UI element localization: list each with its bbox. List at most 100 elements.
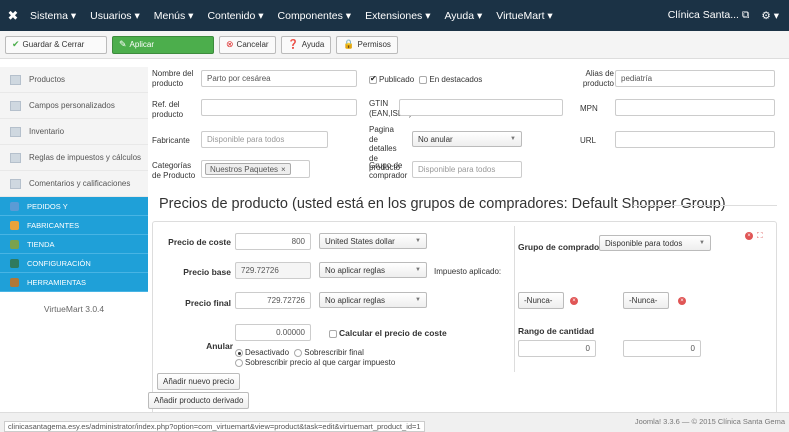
menu-virtuemart[interactable]: VirtueMart ▾	[496, 10, 552, 22]
grupo-comprador-select[interactable]: Disponible para todos ▼	[599, 235, 711, 251]
base-value: 729.72726	[235, 262, 311, 279]
products-icon	[10, 74, 21, 85]
sidebar-group-herramientas[interactable]: HERRAMIENTAS	[0, 273, 148, 292]
ref-label: Ref. del producto	[152, 100, 184, 119]
nombre-input[interactable]: Parto por cesárea	[201, 70, 357, 87]
external-link-icon: ⧉	[741, 9, 750, 21]
alias-input[interactable]: pediatría	[615, 70, 775, 87]
rango-min-input[interactable]: 0	[518, 340, 596, 357]
sidebar-item-inventario[interactable]: Inventario	[0, 119, 148, 145]
categorias-field[interactable]: Nuestros Paquetes ×	[201, 160, 310, 178]
base-rule-select[interactable]: No aplicar reglas ▼	[319, 262, 427, 278]
comments-icon	[10, 178, 21, 189]
fabricante-label: Fabricante	[152, 136, 190, 145]
url-label: URL	[580, 136, 597, 145]
publicado-checkbox[interactable]	[369, 74, 377, 84]
add-derived-product-button[interactable]: Añadir producto derivado	[148, 392, 250, 409]
sidebar-item-impuestos[interactable]: Reglas de impuestos y cálculos	[0, 145, 148, 171]
cancel-button[interactable]: ⊗ Cancelar	[219, 35, 276, 54]
clear-start-date-icon[interactable]: ×	[570, 297, 578, 305]
gear-icon[interactable]: ⚙ ▾	[761, 10, 779, 22]
publicado-checkbox-row: Publicado En destacados	[369, 74, 482, 85]
pricing-section-title: Precios de producto (usted está en los g…	[159, 196, 726, 212]
impuesto-label: Impuesto aplicado:	[434, 267, 502, 276]
toolbar: ✔ Guardar & Cerrar ✎ Aplicar ⊗ Cancelar ❓ Ay…	[0, 31, 789, 59]
inventory-icon	[10, 126, 21, 137]
chevron-down-icon: ▼	[415, 267, 421, 273]
chevron-down-icon: ▼	[415, 297, 421, 303]
coste-input[interactable]: 800	[235, 233, 311, 250]
nunca-start-button[interactable]: -Nunca-	[518, 292, 564, 309]
product-edit-form: Nombre del producto Parto por cesárea Pu…	[148, 59, 789, 432]
add-price-button[interactable]: Añadir nuevo precio	[157, 373, 241, 390]
calc-coste-row: Calcular el precio de coste	[329, 328, 447, 339]
mpn-input[interactable]	[615, 99, 775, 116]
sidebar-item-comentarios[interactable]: Comentarios y calificaciones	[0, 171, 148, 197]
pagina-select[interactable]: No anular ▼	[412, 131, 522, 147]
final-label: Precio final	[185, 298, 231, 308]
custom-fields-icon	[10, 100, 21, 111]
fabricante-select[interactable]: Disponible para todos	[201, 131, 328, 148]
final-input[interactable]: 729.72726	[235, 292, 311, 309]
orders-icon	[10, 201, 19, 211]
permissions-button[interactable]: 🔒 Permisos	[336, 35, 398, 54]
alias-label: Alias de producto	[582, 69, 614, 88]
clear-end-date-icon[interactable]: ×	[678, 297, 686, 305]
gtin-input[interactable]	[399, 99, 563, 116]
question-icon: ❓	[287, 39, 299, 49]
remove-tag-icon[interactable]: ×	[281, 165, 286, 174]
nunca-end-button[interactable]: -Nunca-	[623, 292, 669, 309]
calc-coste-checkbox[interactable]	[329, 329, 337, 338]
footer-copyright: Joomla! 3.3.6 — © 2015 Clínica Santa Gem…	[634, 417, 785, 426]
tools-icon	[10, 277, 19, 287]
menu-sistema[interactable]: Sistema ▾	[30, 10, 76, 22]
sobrescribir-final-radio[interactable]	[294, 348, 303, 357]
cancel-icon: ⊗	[226, 39, 234, 49]
sidebar-item-productos[interactable]: Productos	[0, 67, 148, 93]
menu-usuarios[interactable]: Usuarios ▾	[90, 10, 140, 22]
joomla-logo-icon[interactable]: ✖	[0, 8, 26, 24]
sidebar-group-pedidos[interactable]: PEDIDOS Y	[0, 197, 148, 216]
mpn-label: MPN	[580, 104, 598, 113]
ref-input[interactable]	[201, 99, 357, 116]
status-bar: clinicasantagema.esy.es/administrator/in…	[0, 412, 789, 432]
tax-rules-icon	[10, 152, 21, 163]
override-radio-row: Desactivado Sobrescribir final	[235, 348, 364, 358]
currency-select[interactable]: United States dollar ▼	[319, 233, 427, 249]
grupo-select[interactable]: Disponible para todos	[412, 161, 522, 178]
chevron-down-icon: ▼	[699, 240, 705, 246]
help-button[interactable]: ❓ Ayuda	[280, 35, 332, 54]
sidebar-group-tienda[interactable]: TIENDA	[0, 235, 148, 254]
anular-label: Anular	[206, 341, 233, 351]
url-input[interactable]	[615, 131, 775, 148]
destacados-checkbox[interactable]	[419, 75, 428, 84]
menu-componentes[interactable]: Componentes ▾	[278, 10, 352, 22]
chevron-down-icon: ▼	[415, 238, 421, 244]
grupo-label: Grupo de comprador	[369, 161, 408, 180]
sidebar-group-fabricantes[interactable]: FABRICANTES	[0, 216, 148, 235]
store-icon	[10, 239, 19, 249]
remove-price-icon[interactable]: ×	[745, 232, 753, 240]
section-divider	[633, 205, 777, 206]
check-icon: ✔	[12, 39, 20, 49]
category-tag: Nuestros Paquetes ×	[205, 163, 291, 175]
menu-extensiones[interactable]: Extensiones ▾	[365, 10, 430, 22]
chevron-down-icon: ▼	[510, 136, 516, 142]
sidebar-item-campos[interactable]: Campos personalizados	[0, 93, 148, 119]
desactivado-radio[interactable]	[235, 348, 243, 357]
configuration-icon	[10, 258, 19, 268]
sobrescribir-impuesto-radio[interactable]	[235, 358, 243, 367]
anular-input[interactable]: 0.00000	[235, 324, 311, 341]
save-close-button[interactable]: ✔ Guardar & Cerrar	[5, 35, 107, 54]
menu-menus[interactable]: Menús ▾	[154, 10, 194, 22]
sidebar-group-configuracion[interactable]: CONFIGURACIÓN	[0, 254, 148, 273]
base-label: Precio base	[183, 267, 231, 277]
site-name-link[interactable]: Clínica Santa... ⧉	[668, 9, 750, 22]
top-navigation-bar: ✖ Sistema ▾ Usuarios ▾ Menús ▾ Contenido…	[0, 0, 789, 31]
final-rule-select[interactable]: No aplicar reglas ▼	[319, 292, 427, 308]
expand-price-icon[interactable]: ⛶	[757, 231, 763, 241]
apply-button[interactable]: ✎ Aplicar	[112, 35, 214, 54]
rango-max-input[interactable]: 0	[623, 340, 701, 357]
menu-ayuda[interactable]: Ayuda ▾	[444, 10, 482, 22]
menu-contenido[interactable]: Contenido ▾	[207, 10, 263, 22]
